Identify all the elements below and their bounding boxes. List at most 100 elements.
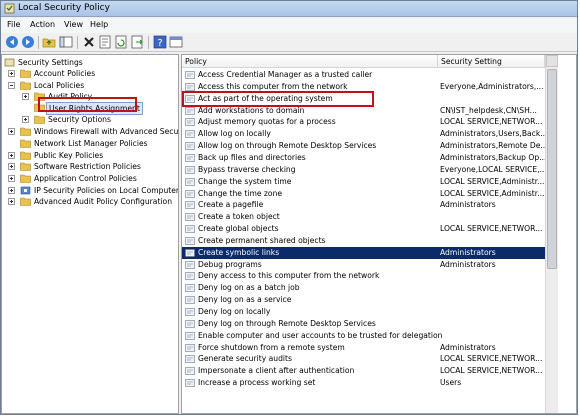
policy-row[interactable]: Add workstations to domain CN\IST_helpdes…: [182, 105, 545, 117]
policy-row[interactable]: Access Credential Manager as a trusted c…: [182, 69, 545, 81]
policy-name: Back up files and directories: [198, 152, 306, 162]
security-policy-app-icon: [4, 3, 15, 14]
tree-item-ip-security[interactable]: IP Security Policies on Local Computer: [8, 185, 178, 196]
properties-icon[interactable]: [98, 35, 112, 49]
policy-setting-icon: [185, 367, 195, 376]
menu-bar: File Action View Help: [1, 18, 577, 33]
menu-help[interactable]: Help: [90, 20, 108, 29]
policy-row[interactable]: Bypass traverse checking Everyone,LOCAL S…: [182, 164, 545, 176]
tree-item-label: Software Restriction Policies: [34, 162, 141, 171]
tree-item-audit-policy[interactable]: Audit Policy: [22, 91, 172, 102]
collapse-minus-icon[interactable]: [8, 82, 15, 89]
policy-row[interactable]: Change the time zone LOCAL SERVICE,Admini…: [182, 188, 545, 200]
forward-arrow-icon[interactable]: [21, 35, 35, 49]
policy-row[interactable]: Deny log on locally: [182, 306, 545, 318]
policy-setting-icon: [185, 296, 195, 304]
back-arrow-icon[interactable]: [5, 35, 19, 49]
policy-row[interactable]: Impersonate a client after authenticatio…: [182, 365, 545, 377]
expand-plus-icon[interactable]: [8, 175, 15, 182]
expand-plus-icon[interactable]: [8, 187, 15, 194]
policy-row[interactable]: Adjust memory quotas for a process LOCAL …: [182, 116, 545, 128]
policy-setting-icon: [185, 83, 195, 91]
toolbar: ?: [1, 33, 577, 52]
policy-row[interactable]: Deny log on through Remote Desktop Servi…: [182, 318, 545, 330]
toolbar-separator: [77, 36, 78, 49]
security-setting-value: LOCAL SERVICE,Administr...: [440, 188, 545, 198]
policy-name: Create a token object: [198, 212, 280, 222]
policy-row[interactable]: Debug programs Administrators: [182, 259, 545, 271]
expand-plus-icon[interactable]: [8, 163, 15, 170]
navigation-tree-pane[interactable]: Security Settings Account Policies Local…: [1, 54, 179, 414]
security-setting-value: LOCAL SERVICE,NETWOR...: [440, 117, 543, 127]
policy-row[interactable]: Create global objects LOCAL SERVICE,NETWO…: [182, 223, 545, 235]
policy-row[interactable]: Create permanent shared objects: [182, 235, 545, 247]
scrollbar-thumb[interactable]: [547, 69, 557, 269]
policy-setting-icon: [185, 94, 195, 103]
tree-item-account-policies[interactable]: Account Policies: [8, 68, 178, 79]
policy-row[interactable]: Enable computer and user accounts to be …: [182, 330, 545, 342]
policy-row[interactable]: Create a token object: [182, 211, 545, 223]
tree-item-security-settings[interactable]: Security Settings: [4, 57, 174, 68]
menu-view[interactable]: View: [64, 20, 83, 29]
show-hide-tree-icon[interactable]: [59, 35, 73, 49]
refresh-icon[interactable]: [114, 35, 128, 49]
security-setting-value: Administrators: [440, 200, 496, 210]
policy-row[interactable]: Create a pagefile Administrators: [182, 199, 545, 211]
tree-item-windows-firewall[interactable]: Windows Firewall with Advanced Security: [8, 126, 178, 137]
help-icon[interactable]: ?: [153, 35, 167, 49]
column-header-policy[interactable]: Policy: [182, 55, 438, 68]
policy-setting-icon: [185, 118, 195, 127]
policy-setting-icon: [185, 71, 195, 79]
expand-plus-icon[interactable]: [22, 116, 29, 123]
policy-name: Create symbolic links: [198, 247, 280, 257]
tree-item-user-rights-assignment[interactable]: User Rights Assignment: [22, 102, 172, 115]
expand-plus-icon[interactable]: [8, 198, 15, 205]
expand-plus-icon[interactable]: [8, 70, 15, 77]
export-list-icon[interactable]: [130, 35, 144, 49]
delete-icon[interactable]: [82, 35, 96, 49]
policy-setting-icon: [185, 154, 195, 162]
title-bar[interactable]: Local Security Policy: [1, 1, 577, 17]
policy-row[interactable]: Deny log on as a batch job: [182, 282, 545, 294]
expand-plus-icon[interactable]: [8, 128, 15, 135]
policy-setting-icon: [185, 331, 195, 340]
column-header-security-setting[interactable]: Security Setting: [438, 55, 545, 68]
policy-row[interactable]: Force shutdown from a remote system Admin…: [182, 342, 545, 354]
policy-row[interactable]: Deny access to this computer from the ne…: [182, 270, 545, 282]
policy-row[interactable]: Access this computer from the network Eve…: [182, 81, 545, 93]
expand-plus-icon[interactable]: [22, 93, 29, 100]
policy-row[interactable]: Deny log on as a service: [182, 294, 545, 306]
policy-list-pane[interactable]: Policy Security Setting Access Credentia…: [181, 54, 577, 414]
tree-item-security-options[interactable]: Security Options: [22, 114, 172, 125]
policy-row[interactable]: Allow log on through Remote Desktop Serv…: [182, 140, 545, 152]
tree-item-public-key-policies[interactable]: Public Key Policies: [8, 150, 178, 161]
policy-row[interactable]: Increase a process working set Users: [182, 377, 545, 389]
expand-plus-icon[interactable]: [8, 152, 15, 159]
policy-name: Deny access to this computer from the ne…: [198, 271, 380, 281]
policy-name: Generate security audits: [198, 354, 292, 364]
vertical-scrollbar[interactable]: [545, 55, 558, 413]
policy-row[interactable]: Change the system time LOCAL SERVICE,Admi…: [182, 176, 545, 188]
menu-file[interactable]: File: [7, 20, 20, 29]
tree-item-application-control[interactable]: Application Control Policies: [8, 173, 178, 184]
policy-row[interactable]: Create symbolic links Administrators: [182, 246, 545, 259]
policy-row[interactable]: Generate security audits LOCAL SERVICE,NE…: [182, 353, 545, 365]
security-setting-value: LOCAL SERVICE,NETWOR...: [440, 354, 543, 364]
tree-item-label: Local Policies: [34, 81, 85, 90]
tree-item-network-list-manager[interactable]: Network List Manager Policies: [8, 138, 178, 149]
tree-item-local-policies[interactable]: Local Policies: [8, 80, 178, 91]
scroll-up-arrow-icon[interactable]: [546, 55, 558, 67]
policy-row[interactable]: Allow log on locally Administrators,Users…: [182, 128, 545, 140]
security-setting-value: LOCAL SERVICE,NETWOR...: [440, 224, 543, 234]
security-setting-value: Administrators,Backup Op...: [440, 152, 545, 162]
up-folder-icon[interactable]: [42, 35, 56, 49]
mmc-console-icon[interactable]: [169, 35, 183, 49]
tree-item-label: Account Policies: [34, 69, 96, 78]
tree-item-advanced-audit[interactable]: Advanced Audit Policy Configuration: [8, 196, 178, 207]
policy-row[interactable]: Back up files and directories Administrat…: [182, 152, 545, 164]
folder-icon: [20, 69, 31, 78]
tree-item-software-restriction[interactable]: Software Restriction Policies: [8, 161, 178, 172]
menu-action[interactable]: Action: [30, 20, 55, 29]
policy-name: Deny log on as a batch job: [198, 283, 300, 293]
policy-row[interactable]: Act as part of the operating system: [182, 93, 545, 105]
